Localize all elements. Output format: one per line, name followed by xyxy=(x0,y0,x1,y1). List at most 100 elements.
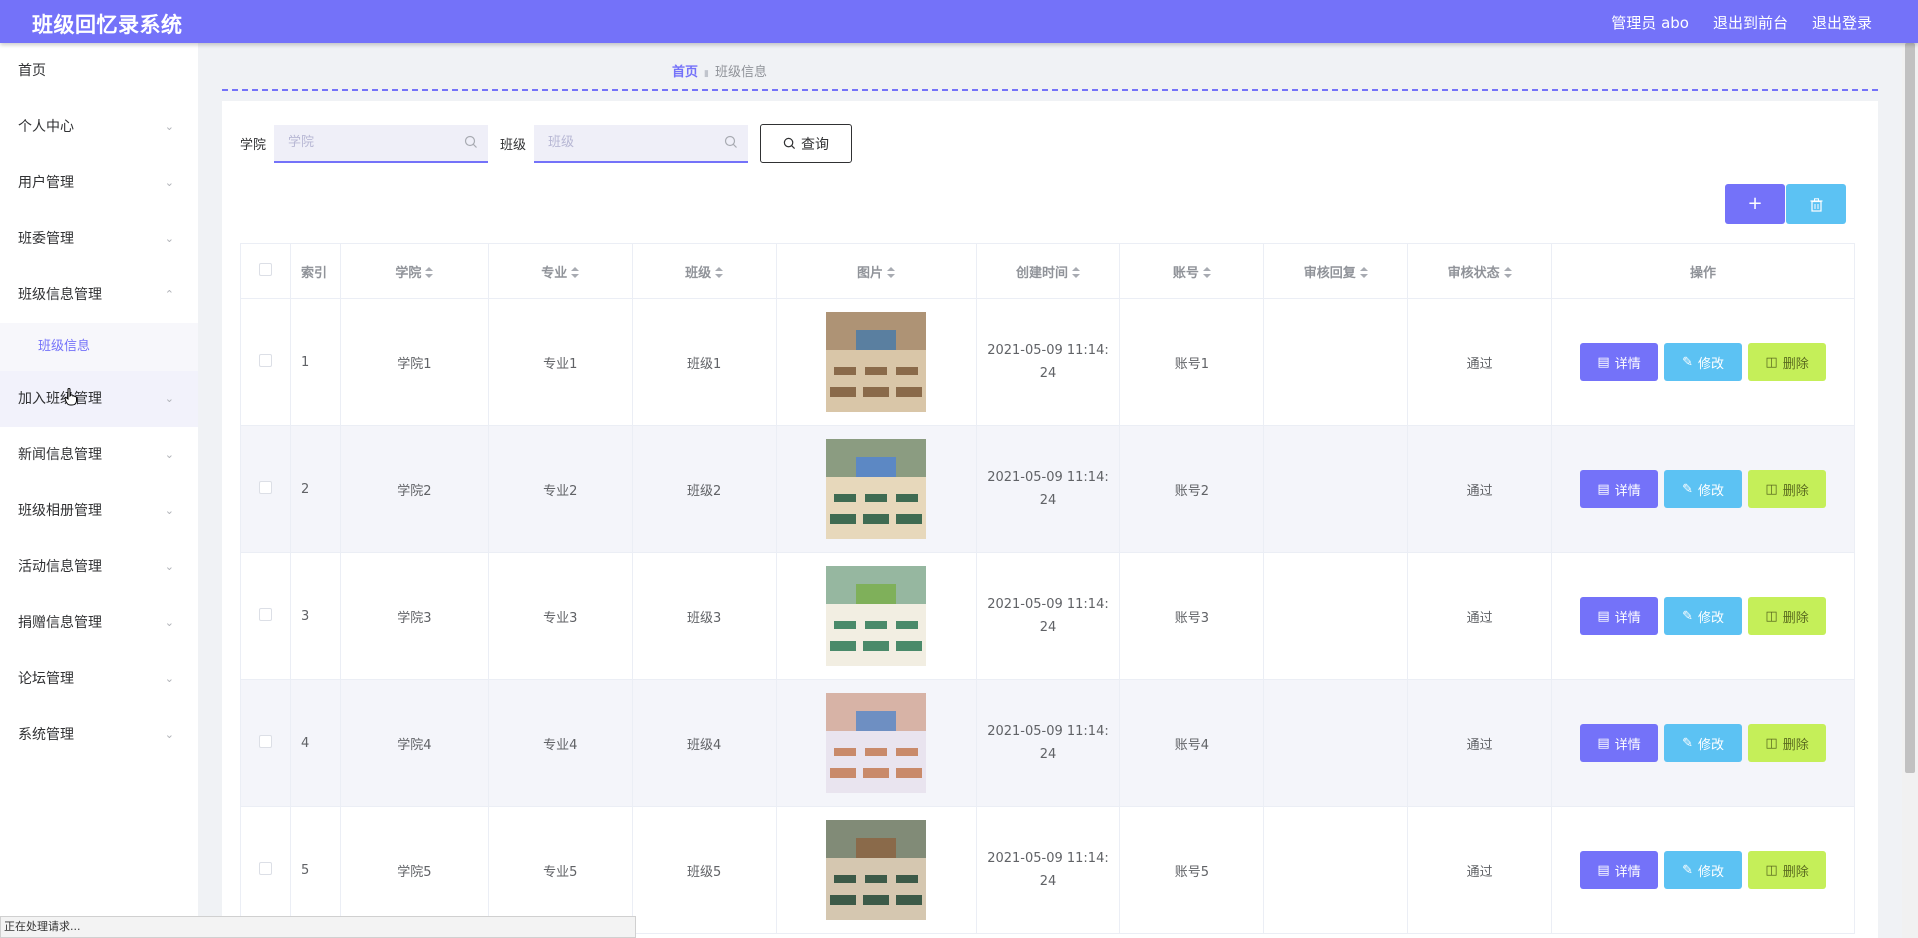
row-checkbox[interactable] xyxy=(258,861,272,875)
created-time-date: 2021-05-09 11:14: xyxy=(987,343,1109,358)
col-major-label: 专业 xyxy=(541,265,568,281)
cell-image xyxy=(775,806,977,934)
col-created-time[interactable]: 创建时间 xyxy=(975,243,1121,299)
cell-review-reply xyxy=(1263,679,1409,807)
sort-icon[interactable] xyxy=(425,267,434,279)
edit-button[interactable]: ✎ 修改 xyxy=(1664,597,1743,635)
scrollbar-thumb[interactable] xyxy=(1905,43,1915,773)
col-account[interactable]: 账号 xyxy=(1119,243,1265,299)
sidebar-item-album[interactable]: 班级相册管理 ⌄ xyxy=(0,483,198,539)
sidebar-item-system[interactable]: 系统管理 ⌄ xyxy=(0,707,198,763)
edit-button[interactable]: ✎ 修改 xyxy=(1664,851,1743,889)
cell-account: 账号4 xyxy=(1119,679,1265,807)
chevron-down-icon: ⌄ xyxy=(164,232,174,245)
breadcrumb-home[interactable]: 首页 xyxy=(672,65,698,80)
col-major[interactable]: 专业 xyxy=(487,243,633,299)
top-links: 管理员 abo 退出到前台 退出登录 xyxy=(1611,12,1872,33)
detail-button[interactable]: ▤ 详情 xyxy=(1580,851,1659,889)
cell-image xyxy=(775,679,977,807)
select-all-checkbox[interactable] xyxy=(258,262,272,276)
cell-image xyxy=(775,425,977,553)
query-button-label: 查询 xyxy=(801,136,830,153)
breadcrumb-current: 班级信息 xyxy=(714,65,767,80)
sidebar-item-class-info[interactable]: 班级信息管理 ⌃ xyxy=(0,267,198,323)
cell-class: 班级2 xyxy=(631,425,777,553)
sort-icon[interactable] xyxy=(887,267,896,279)
delete-button[interactable]: ◫ 删除 xyxy=(1748,470,1827,508)
delete-button[interactable]: ◫ 删除 xyxy=(1748,343,1827,381)
sort-icon[interactable] xyxy=(1071,267,1080,279)
row-checkbox[interactable] xyxy=(258,353,272,367)
detail-button[interactable]: ▤ 详情 xyxy=(1580,470,1659,508)
classroom-photo[interactable] xyxy=(826,312,927,412)
detail-button[interactable]: ▤ 详情 xyxy=(1580,724,1659,762)
row-checkbox[interactable] xyxy=(258,607,272,621)
query-button[interactable]: 查询 xyxy=(760,124,853,163)
college-search-input[interactable] xyxy=(274,124,489,161)
class-search-input[interactable] xyxy=(534,124,749,161)
sort-icon[interactable] xyxy=(715,267,724,279)
delete-button[interactable]: ◫ 删除 xyxy=(1748,724,1827,762)
created-time-seconds: 24 xyxy=(1039,366,1057,381)
col-college[interactable]: 学院 xyxy=(339,243,489,299)
classroom-photo[interactable] xyxy=(826,566,927,666)
sidebar-item-label: 班级相册管理 xyxy=(18,503,102,519)
sidebar-item-donation[interactable]: 捐赠信息管理 ⌄ xyxy=(0,595,198,651)
created-time-seconds: 24 xyxy=(1039,747,1057,762)
sidebar-item-home[interactable]: 首页 xyxy=(0,43,198,99)
sidebar-item-label: 个人中心 xyxy=(18,119,74,135)
trash-icon: ◫ xyxy=(1765,735,1778,751)
col-image[interactable]: 图片 xyxy=(775,243,977,299)
sidebar-item-join-class[interactable]: 加入班级管理 ⌄ xyxy=(0,371,198,427)
edit-button[interactable]: ✎ 修改 xyxy=(1664,343,1743,381)
cell-index: 2 xyxy=(289,425,341,553)
sidebar-subitem-class-info[interactable]: 班级信息 xyxy=(0,323,198,371)
scrollbar[interactable] xyxy=(1902,43,1918,938)
delete-button[interactable]: ◫ 删除 xyxy=(1748,597,1827,635)
col-review-reply[interactable]: 审核回复 xyxy=(1263,243,1409,299)
delete-button-label: 删除 xyxy=(1782,864,1809,880)
batch-delete-button[interactable] xyxy=(1786,184,1846,224)
classroom-photo[interactable] xyxy=(826,439,927,539)
detail-button[interactable]: ▤ 详情 xyxy=(1580,597,1659,635)
admin-label: 管理员 abo xyxy=(1611,14,1689,32)
cell-college: 学院2 xyxy=(339,425,489,553)
detail-button[interactable]: ▤ 详情 xyxy=(1580,343,1659,381)
delete-button-label: 删除 xyxy=(1782,737,1809,753)
col-class[interactable]: 班级 xyxy=(631,243,777,299)
sort-icon[interactable] xyxy=(1503,267,1512,279)
edit-button[interactable]: ✎ 修改 xyxy=(1664,724,1743,762)
detail-button-label: 详情 xyxy=(1614,483,1641,499)
col-review-status[interactable]: 审核状态 xyxy=(1407,243,1553,299)
delete-button[interactable]: ◫ 删除 xyxy=(1748,851,1827,889)
cell-image xyxy=(775,298,977,426)
row-checkbox[interactable] xyxy=(258,734,272,748)
pencil-icon: ✎ xyxy=(1682,735,1693,751)
cell-class: 班级1 xyxy=(631,298,777,426)
cell-index: 5 xyxy=(289,806,341,934)
cell-created-time: 2021-05-09 11:14: 24 xyxy=(975,679,1121,807)
sidebar-item-committee[interactable]: 班委管理 ⌄ xyxy=(0,211,198,267)
sidebar-item-label: 加入班级管理 xyxy=(18,391,102,407)
sidebar-item-forum[interactable]: 论坛管理 ⌄ xyxy=(0,651,198,707)
sidebar-item-activity[interactable]: 活动信息管理 ⌄ xyxy=(0,539,198,595)
plus-icon: + xyxy=(1747,193,1763,214)
add-button[interactable]: + xyxy=(1725,184,1785,224)
exit-to-front-link[interactable]: 退出到前台 xyxy=(1713,12,1788,33)
sidebar-item-profile[interactable]: 个人中心 ⌄ xyxy=(0,99,198,155)
table-body: 1 学院1 专业1 班级1 2021-05-09 11:14: 24 账号1 通过 ▤ 详情 ✎ 修改… xyxy=(240,298,1855,934)
col-account-label: 账号 xyxy=(1172,265,1199,281)
sidebar-item-news[interactable]: 新闻信息管理 ⌄ xyxy=(0,427,198,483)
edit-button[interactable]: ✎ 修改 xyxy=(1664,470,1743,508)
sort-icon[interactable] xyxy=(1359,267,1368,279)
sort-icon[interactable] xyxy=(571,267,580,279)
logout-link[interactable]: 退出登录 xyxy=(1812,12,1872,33)
class-info-table: 索引 学院 专业 班级 图片 创建时间 账号 审核回复 审核状态 操作 1 学院1… xyxy=(240,243,1855,934)
row-select-cell xyxy=(240,298,291,426)
sidebar-item-users[interactable]: 用户管理 ⌄ xyxy=(0,155,198,211)
row-checkbox[interactable] xyxy=(258,480,272,494)
classroom-photo[interactable] xyxy=(826,693,927,793)
cell-created-time: 2021-05-09 11:14: 24 xyxy=(975,425,1121,553)
classroom-photo[interactable] xyxy=(826,820,927,920)
sort-icon[interactable] xyxy=(1202,267,1211,279)
